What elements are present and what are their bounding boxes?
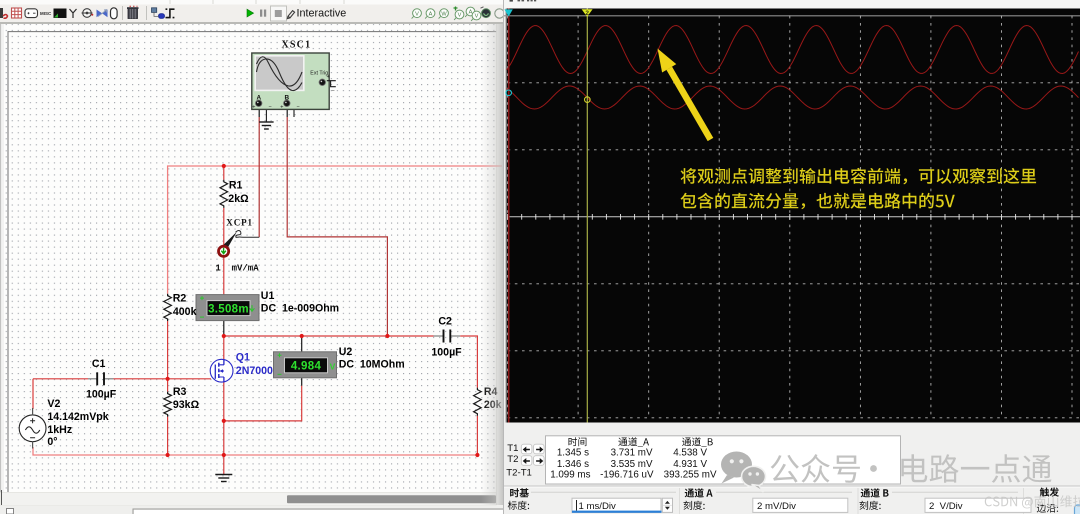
svg-text:100µF: 100µF <box>86 389 117 401</box>
svg-text:−: − <box>297 105 300 111</box>
svg-text:V2: V2 <box>47 398 60 410</box>
svg-text:−: − <box>332 89 335 95</box>
svg-text:Interactive: Interactive <box>297 8 347 20</box>
svg-text:V: V <box>475 14 479 20</box>
svg-text:100µF: 100µF <box>431 347 462 359</box>
svg-text:R3: R3 <box>173 386 187 398</box>
svg-text:2 V/Div: 2 V/Div <box>929 501 963 512</box>
svg-text:A: A <box>257 95 262 102</box>
svg-text:0°: 0° <box>47 436 57 448</box>
svg-text:T1: T1 <box>507 443 518 454</box>
svg-text:1kHz: 1kHz <box>47 424 72 436</box>
svg-text:Q1: Q1 <box>236 352 250 364</box>
svg-text:A: A <box>429 11 433 17</box>
svg-text:C1: C1 <box>92 358 106 370</box>
svg-text:V: V <box>330 361 336 371</box>
svg-text:DC 1e-009Ohm: DC 1e-009Ohm <box>261 302 339 314</box>
svg-text:400k: 400k <box>173 306 197 318</box>
svg-text:93kΩ: 93kΩ <box>173 399 200 411</box>
svg-text:XSC1: XSC1 <box>282 39 312 50</box>
svg-text:14.142mVpk: 14.142mVpk <box>47 411 108 423</box>
svg-text:+: + <box>327 74 330 80</box>
svg-text:+: + <box>280 105 283 111</box>
svg-text:4.984: 4.984 <box>291 361 322 373</box>
svg-text:-196.716 uV: -196.716 uV <box>600 469 654 480</box>
svg-text:1 ms/Div: 1 ms/Div <box>579 501 617 512</box>
svg-text:T2-T1: T2-T1 <box>506 468 532 479</box>
svg-text:3.508m: 3.508m <box>208 304 249 316</box>
svg-text:W: W <box>441 11 447 17</box>
svg-text:R2: R2 <box>173 292 187 304</box>
svg-text:1.345 s: 1.345 s <box>557 448 589 459</box>
svg-text:3.535 mV: 3.535 mV <box>611 459 653 470</box>
svg-text:1.346 s: 1.346 s <box>557 459 589 470</box>
svg-text:+: + <box>252 105 255 111</box>
svg-text:U1: U1 <box>261 290 275 302</box>
svg-text:U2: U2 <box>339 346 353 358</box>
svg-text:MISC: MISC <box>40 11 52 16</box>
svg-text:V: V <box>458 13 462 19</box>
svg-text:T2: T2 <box>507 454 518 465</box>
svg-text:1 mV/mA: 1 mV/mA <box>215 264 259 274</box>
svg-text:4.538 V: 4.538 V <box>673 448 707 459</box>
svg-text:4.931 V: 4.931 V <box>673 459 707 470</box>
svg-text:DC 10MOhm: DC 10MOhm <box>339 358 405 370</box>
svg-text:393.255 mV: 393.255 mV <box>664 469 717 480</box>
svg-text:C2: C2 <box>438 315 452 327</box>
svg-text:1.099 ms: 1.099 ms <box>550 469 590 480</box>
svg-text:2: 2 <box>585 10 589 17</box>
svg-text:2N7000: 2N7000 <box>236 365 273 377</box>
svg-text:XCP1: XCP1 <box>226 218 253 228</box>
svg-text:2 mV/Div: 2 mV/Div <box>757 501 796 512</box>
svg-text:R1: R1 <box>229 180 243 192</box>
svg-text:−: − <box>269 105 272 111</box>
svg-text:V: V <box>415 11 419 17</box>
svg-text:B: B <box>285 95 290 102</box>
svg-text:2kΩ: 2kΩ <box>228 193 249 205</box>
svg-text:3.731 mV: 3.731 mV <box>611 448 653 459</box>
